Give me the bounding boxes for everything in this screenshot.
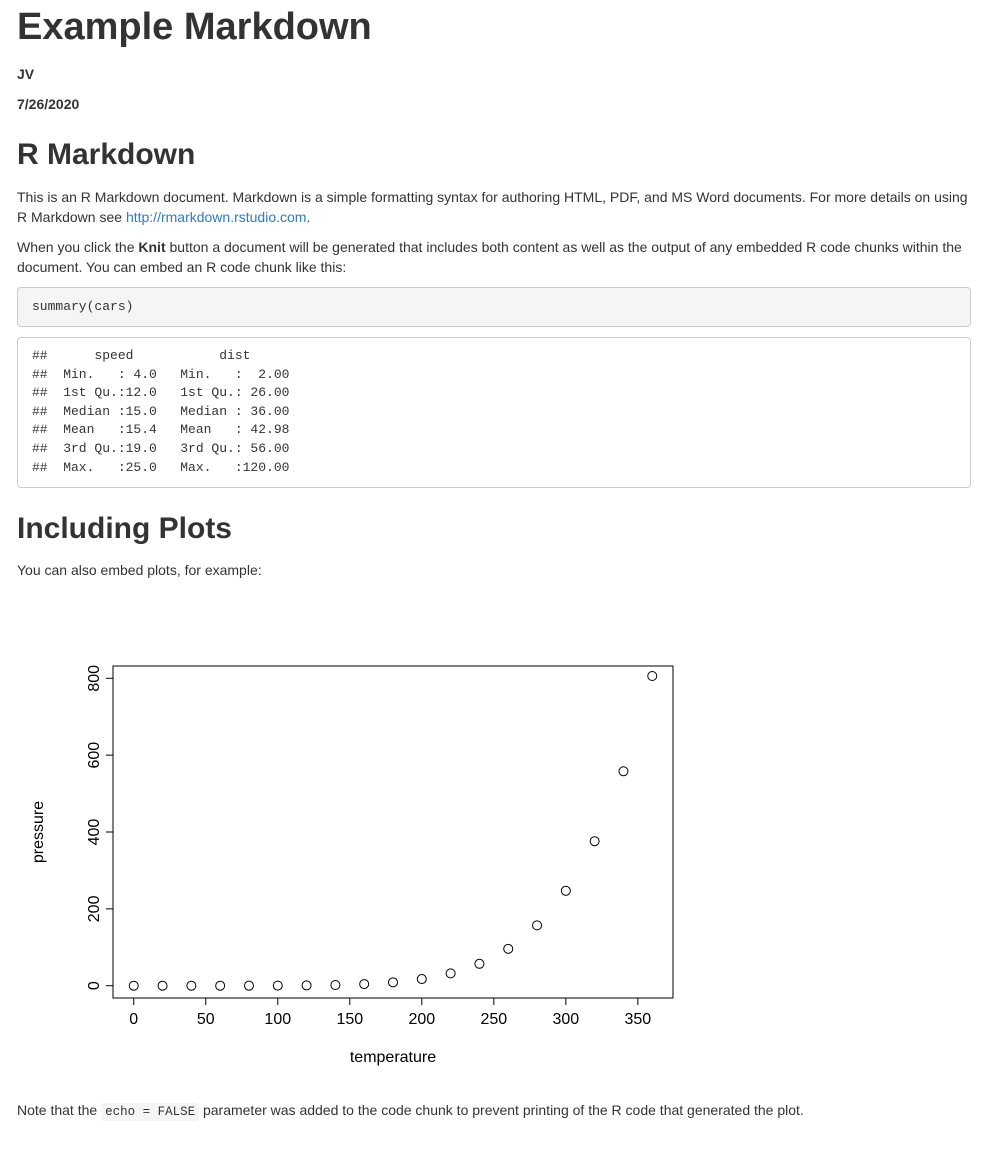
svg-text:temperature: temperature [350,1049,436,1066]
svg-text:0: 0 [129,1011,138,1028]
code-block-output: ## speed dist ## Min. : 4.0 Min. : 2.00 … [17,337,971,488]
section-heading-including-plots: Including Plots [17,508,971,551]
knit-strong: Knit [138,239,165,255]
svg-text:150: 150 [336,1011,363,1028]
svg-text:100: 100 [264,1011,291,1028]
pressure-plot: 0 50 100 150 200 250 300 350 0 200 400 600 800 temper… [17,600,689,1080]
svg-text:50: 50 [197,1011,215,1028]
date: 7/26/2020 [17,94,971,114]
plots-intro: You can also embed plots, for example: [17,560,971,580]
svg-text:250: 250 [480,1011,507,1028]
page-title: Example Markdown [17,0,971,54]
note-a: Note that the [17,1102,101,1118]
intro-paragraph-2: When you click the Knit button a documen… [17,237,971,277]
svg-text:0: 0 [86,982,103,991]
intro-paragraph-1: This is an R Markdown document. Markdown… [17,187,971,227]
svg-text:600: 600 [86,742,103,769]
svg-text:200: 200 [86,896,103,923]
author: JV [17,64,971,84]
intro-text-2a: When you click the [17,239,138,255]
intro-text-1b: . [306,209,310,225]
section-heading-r-markdown: R Markdown [17,134,971,177]
rmarkdown-link[interactable]: http://rmarkdown.rstudio.com [126,209,307,225]
svg-text:400: 400 [86,819,103,846]
svg-text:300: 300 [552,1011,579,1028]
svg-text:pressure: pressure [30,801,47,863]
svg-text:350: 350 [625,1011,652,1028]
note-b: parameter was added to the code chunk to… [199,1102,804,1118]
svg-text:200: 200 [408,1011,435,1028]
echo-false-code: echo = FALSE [101,1103,199,1121]
code-block-input: summary(cars) [17,287,971,327]
svg-text:800: 800 [86,665,103,692]
